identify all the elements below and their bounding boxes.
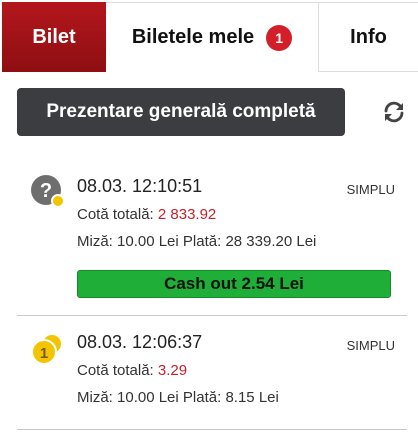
cash-out-label: Cash out 2.54 Lei — [164, 274, 304, 293]
ticket-datetime: 08.03. 12:06:37 — [77, 332, 203, 352]
tab-info[interactable]: Info — [318, 2, 418, 72]
tab-biletele-mele-label: Biletele mele — [131, 26, 255, 48]
my-tickets-panel: Prezentare generală completă ? 08.03. 12… — [2, 72, 418, 448]
total-odds-label: Cotă totală: — [77, 206, 154, 223]
total-odds-row: Cotă totală: 2 833.92 — [77, 206, 216, 223]
cash-out-button[interactable]: Cash out 2.54 Lei — [77, 270, 391, 298]
stake-label: Miză: — [77, 389, 113, 406]
ticket-datetime: 08.03. 12:10:51 — [77, 176, 203, 196]
tab-info-label: Info — [350, 25, 387, 48]
count-badge: 1 — [266, 24, 293, 51]
payout-value: 28 339.20 Lei — [225, 233, 317, 250]
total-odds-label: Cotă totală: — [77, 362, 154, 379]
stake-payout-row: Miză: 10.00 Lei Plată: 28 339.20 Lei — [77, 233, 316, 250]
ticket-item[interactable]: ? 08.03. 12:10:51 SIMPLU Cotă totală: 2 … — [17, 172, 407, 316]
ticket-type: SIMPLU — [346, 182, 395, 197]
payout-label: Plată: — [182, 389, 222, 406]
coin-number: 1 — [40, 345, 48, 362]
stake-value: 10.00 Lei — [117, 389, 179, 406]
ticket-type: SIMPLU — [346, 338, 395, 353]
coins-icon: 1 — [31, 333, 63, 365]
tab-bar: Bilet Biletele mele 1 Info — [2, 2, 418, 72]
stake-payout-row: Miză: 10.00 Lei Plată: 8.15 Lei — [77, 389, 279, 406]
stake-label: Miză: — [77, 233, 113, 250]
payout-label: Plată: — [182, 233, 222, 250]
payout-value: 8.15 Lei — [225, 389, 279, 406]
full-overview-label: Prezentare generală completă — [46, 101, 316, 122]
svg-text:?: ? — [40, 180, 52, 202]
tab-bilet-label: Bilet — [32, 25, 76, 48]
ticket-item[interactable]: 1 08.03. 12:06:37 SIMPLU Cotă totală: 3.… — [17, 328, 407, 430]
tab-biletele-mele[interactable]: Biletele mele 1 — [106, 2, 318, 72]
total-odds-value: 2 833.92 — [157, 206, 217, 223]
question-pending-icon: ? — [31, 175, 65, 208]
total-odds-row: Cotă totală: 3.29 — [77, 362, 187, 379]
total-odds-value: 3.29 — [157, 362, 188, 379]
tab-bilet[interactable]: Bilet — [2, 2, 106, 72]
full-overview-button[interactable]: Prezentare generală completă — [17, 88, 345, 136]
stake-value: 10.00 Lei — [117, 233, 179, 250]
refresh-icon[interactable] — [382, 100, 406, 124]
